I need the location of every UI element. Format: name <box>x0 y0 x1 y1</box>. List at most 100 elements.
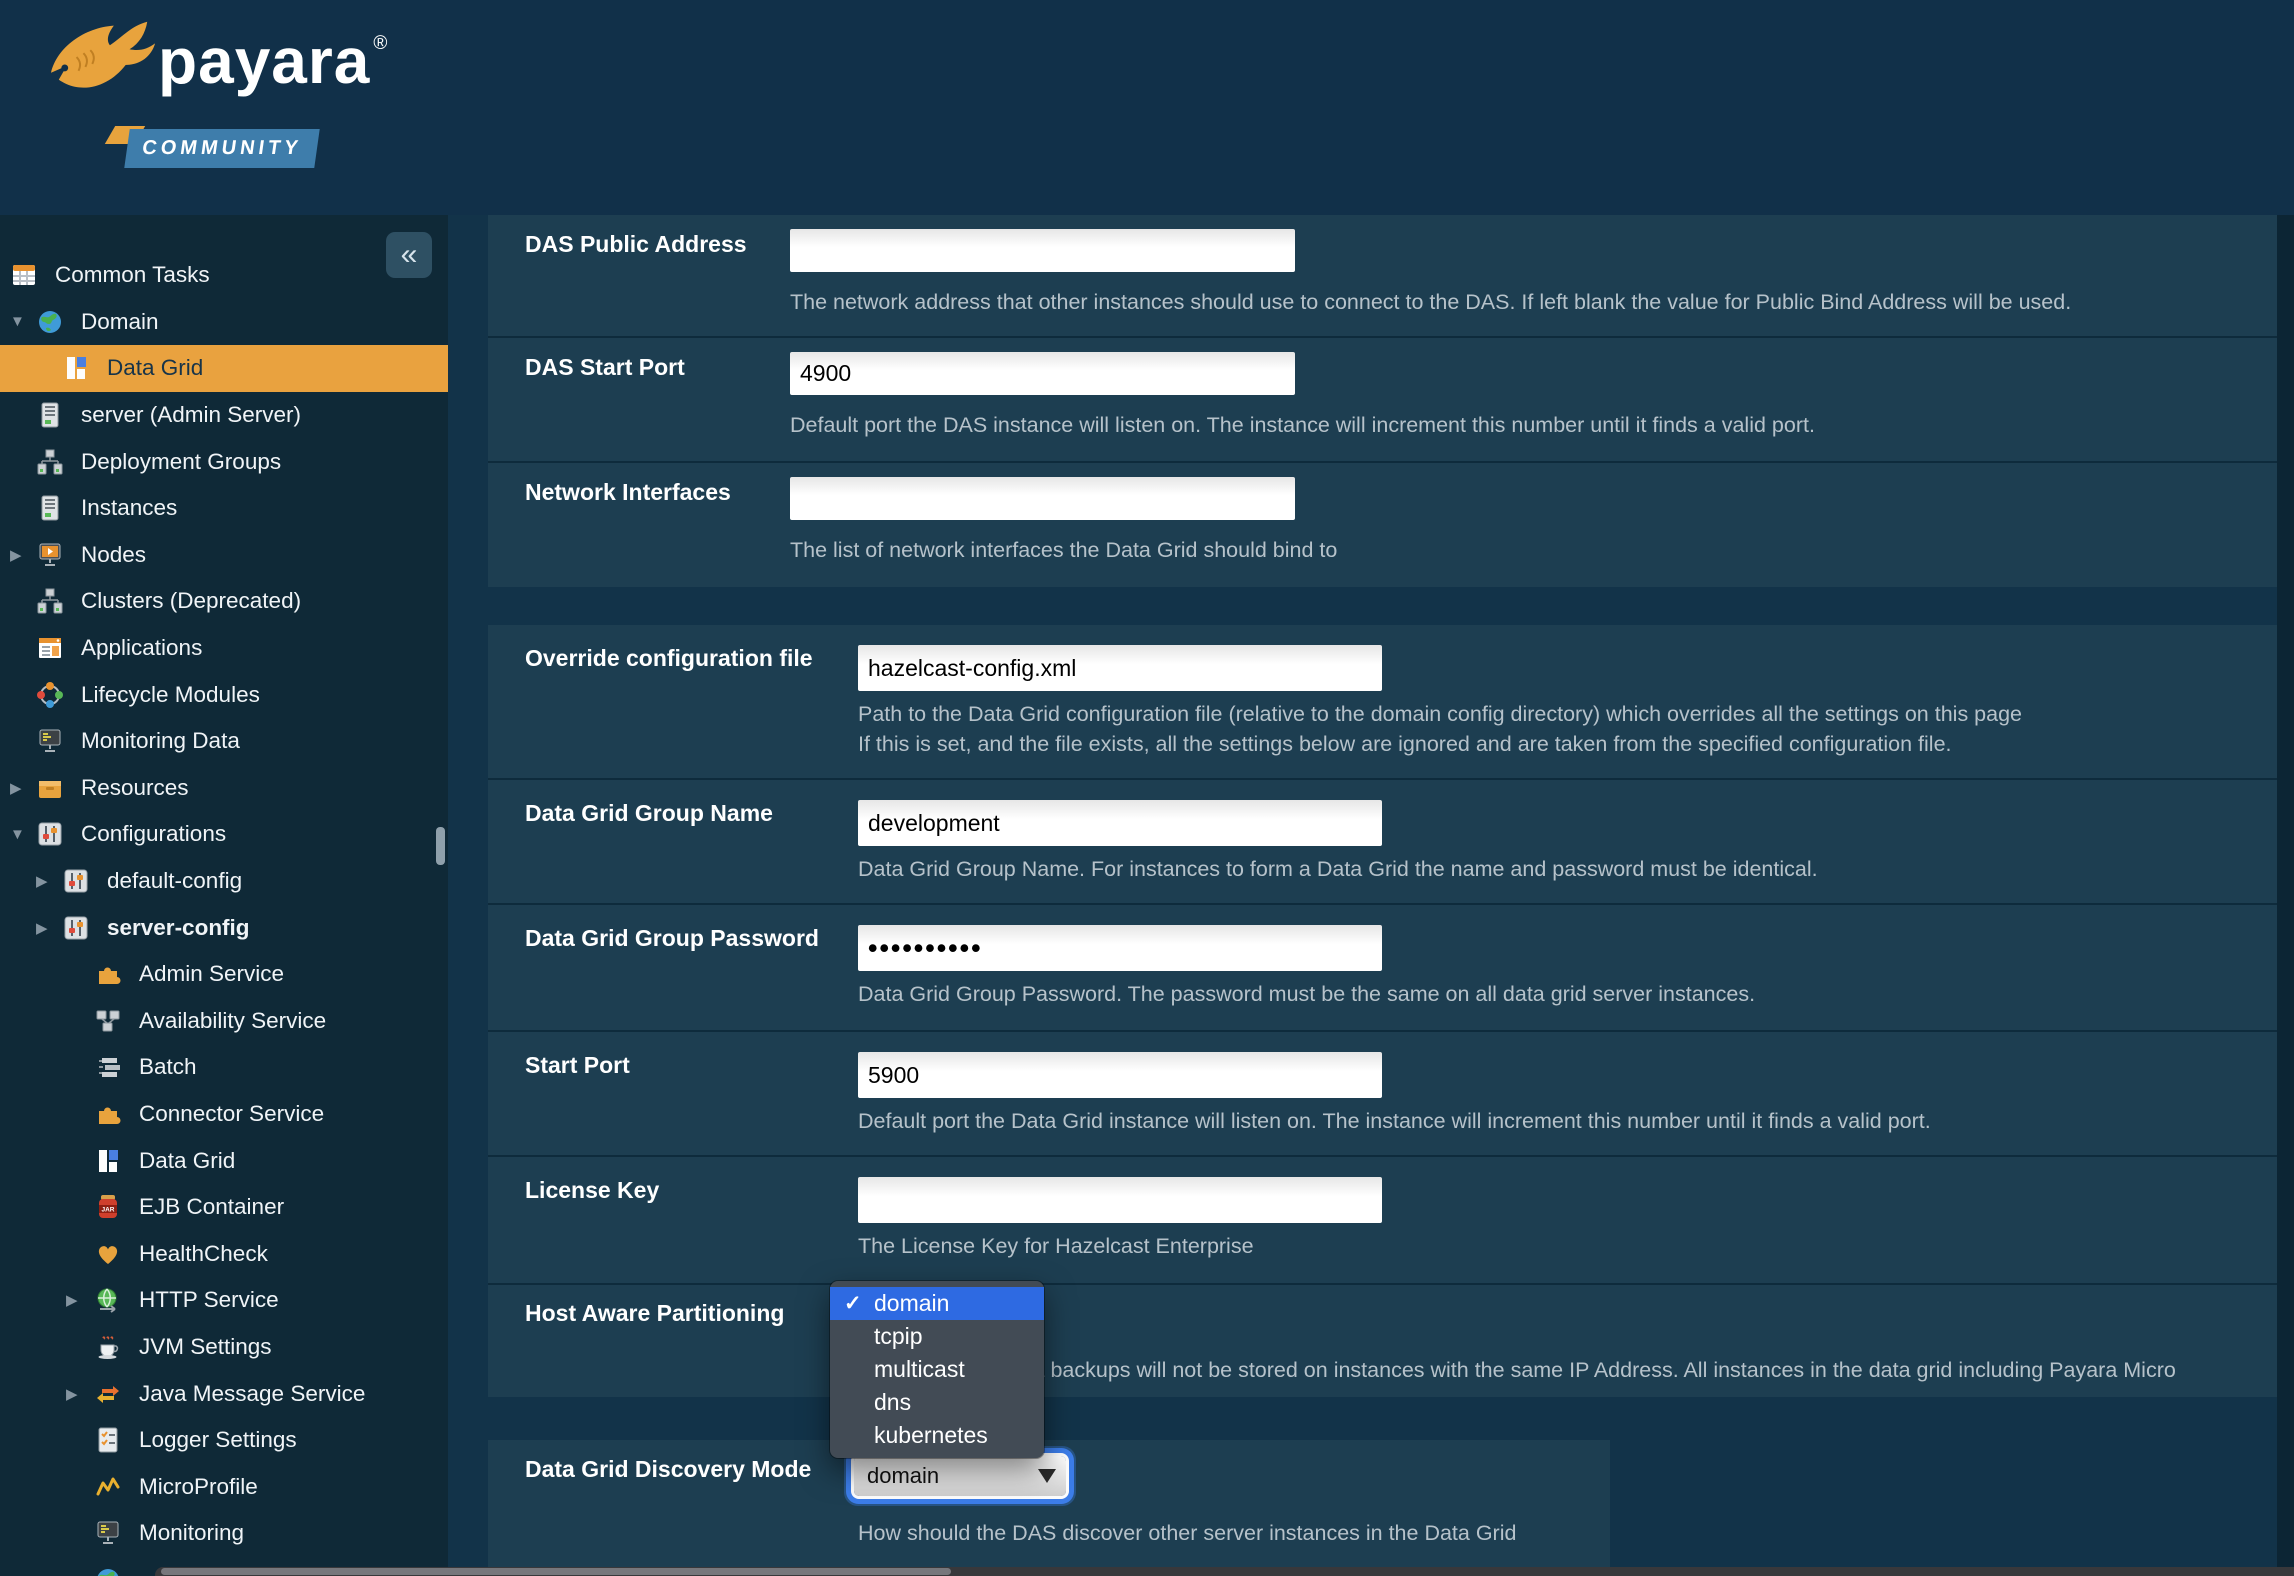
dropdown-option-domain[interactable]: ✓ domain <box>830 1287 1044 1320</box>
sidebar-item-label: Instances <box>81 495 178 521</box>
sidebar-item-healthcheck[interactable]: HealthCheck <box>0 1230 448 1277</box>
monitor-text-icon <box>94 1519 122 1547</box>
sidebar-item-http-service[interactable]: ▶ HTTP Service <box>0 1277 448 1324</box>
sidebar-item-connector-service[interactable]: Connector Service <box>0 1091 448 1138</box>
chevron-right-icon[interactable]: ▶ <box>36 872 62 890</box>
dropdown-option-tcpip[interactable]: tcpip <box>830 1320 1044 1353</box>
chevron-right-icon[interactable]: ▶ <box>36 919 62 937</box>
input-wrap <box>790 477 1295 520</box>
horizontal-scrollbar[interactable] <box>155 1567 2294 1576</box>
dropdown-option-dns[interactable]: dns <box>830 1386 1044 1419</box>
form-row-override-configuration-file: Override configuration file Path to the D… <box>488 625 2277 778</box>
globe-icon <box>94 1566 122 1576</box>
horizontal-scrollbar-thumb[interactable] <box>161 1568 951 1575</box>
form-row-data-grid-group-password: Data Grid Group Password Data Grid Group … <box>488 903 2277 1030</box>
sidebar-item-label: HTTP Service <box>139 1287 279 1313</box>
sidebar-item-data-grid[interactable]: Data Grid <box>0 1137 448 1184</box>
sidebar-item-label: JVM Settings <box>139 1333 272 1359</box>
dropdown-option-label: domain <box>874 1290 950 1316</box>
sidebar-item-nodes[interactable]: ▶ Nodes <box>0 532 448 579</box>
sidebar-item-label: HealthCheck <box>139 1240 268 1266</box>
sidebar-item-common-tasks[interactable]: Common Tasks <box>0 252 448 299</box>
sidebar-item-logger-settings[interactable]: Logger Settings <box>0 1417 448 1464</box>
sidebar-item-configurations[interactable]: ▼ Configurations <box>0 811 448 858</box>
start-port-input[interactable] <box>858 1052 1382 1098</box>
sidebar-scrollbar-thumb[interactable] <box>436 827 445 865</box>
input-wrap <box>858 1052 1382 1098</box>
discovery-mode-dropdown-menu: ✓ domain tcpip multicast dns kubernetes <box>830 1281 1044 1458</box>
input-wrap <box>858 800 1382 846</box>
help-line: Data Grid Group Name. For instances to f… <box>858 857 1818 881</box>
sliders-icon <box>36 820 64 848</box>
sidebar-item-monitoring-data[interactable]: Monitoring Data <box>0 718 448 765</box>
chevron-right-icon[interactable]: ▶ <box>66 1385 94 1403</box>
network-interfaces-input[interactable] <box>790 477 1295 520</box>
sidebar-item-label: Applications <box>81 635 203 661</box>
availability-icon <box>94 1007 122 1035</box>
chevron-down-icon[interactable]: ▼ <box>10 313 36 330</box>
sidebar-item-instances[interactable]: Instances <box>0 485 448 532</box>
sidebar-item-server-admin-server[interactable]: server (Admin Server) <box>0 392 448 439</box>
dropdown-option-label: tcpip <box>874 1323 923 1349</box>
sidebar-item-label: Availability Service <box>139 1007 327 1033</box>
sidebar-item-lifecycle-modules[interactable]: Lifecycle Modules <box>0 671 448 718</box>
sidebar-item-admin-service[interactable]: Admin Service <box>0 951 448 998</box>
sidebar-item-applications[interactable]: Applications <box>0 625 448 672</box>
sidebar-item-monitoring[interactable]: Monitoring <box>0 1510 448 1557</box>
license-key-input[interactable] <box>858 1177 1382 1223</box>
sidebar-item-java-message-service[interactable]: ▶ Java Message Service <box>0 1370 448 1417</box>
sidebar-item-availability-service[interactable]: Availability Service <box>0 998 448 1045</box>
form-panel-3: Data Grid Discovery Mode domain How should… <box>488 1440 1610 1576</box>
sidebar-item-label: Deployment Groups <box>81 448 282 474</box>
content-right-edge <box>2277 215 2294 1567</box>
dropdown-arrow-icon <box>1038 1469 1056 1483</box>
field-help-text: The list of network interfaces the Data … <box>790 535 2267 565</box>
heart-icon <box>94 1240 122 1268</box>
sidebar-item-ejb-container[interactable]: JAR EJB Container <box>0 1184 448 1231</box>
form-row-data-grid-group-name: Data Grid Group Name Data Grid Group Name… <box>488 778 2277 903</box>
override-configuration-file-input[interactable] <box>858 645 1382 691</box>
sidebar-item-data-grid[interactable]: Data Grid <box>0 345 448 392</box>
monitor-play-icon <box>36 541 64 569</box>
das-start-port-input[interactable] <box>790 352 1295 395</box>
data-grid-group-password-input[interactable] <box>858 925 1382 971</box>
form-panel-1: DAS Public Address The network address th… <box>488 215 2277 587</box>
field-help-text: The network address that other instances… <box>790 287 2267 317</box>
sidebar-collapse-button[interactable]: « <box>386 232 432 278</box>
data-grid-group-name-input[interactable] <box>858 800 1382 846</box>
input-wrap <box>790 229 1295 272</box>
das-start-port-label: DAS Start Port <box>525 354 685 380</box>
input-wrap <box>858 925 1382 971</box>
sidebar-item-label: server-config <box>107 914 250 940</box>
chevron-right-icon[interactable]: ▶ <box>66 1291 94 1309</box>
field-help-text: The License Key for Hazelcast Enterprise <box>858 1231 2267 1261</box>
data-grid-discovery-mode-label: Data Grid Discovery Mode <box>525 1456 812 1482</box>
app-header: payara ® COMMUNITY <box>0 0 2294 215</box>
sidebar-item-domain[interactable]: ▼ Domain <box>0 299 448 346</box>
field-help-text: Data Grid Group Password. The password m… <box>858 979 2267 1009</box>
das-public-address-input[interactable] <box>790 229 1295 272</box>
help-line: Path to the Data Grid configuration file… <box>858 702 2023 726</box>
sidebar-item-label: Clusters (Deprecated) <box>81 588 302 614</box>
sidebar-item-label: server (Admin Server) <box>81 402 302 428</box>
sidebar-item-resources[interactable]: ▶ Resources <box>0 765 448 812</box>
chevron-right-icon[interactable]: ▶ <box>10 779 36 797</box>
dropdown-option-multicast[interactable]: multicast <box>830 1353 1044 1386</box>
sidebar-item-clusters-deprecated[interactable]: Clusters (Deprecated) <box>0 578 448 625</box>
chevron-down-icon[interactable]: ▼ <box>10 826 36 843</box>
sidebar-item-jvm-settings[interactable]: JVM Settings <box>0 1324 448 1371</box>
table-icon <box>10 261 38 289</box>
svg-text:JAR: JAR <box>101 1207 114 1214</box>
sidebar-item-microprofile[interactable]: MicroProfile <box>0 1463 448 1510</box>
data-grid-discovery-mode-select[interactable]: domain <box>854 1456 1066 1496</box>
sidebar-item-batch[interactable]: Batch <box>0 1044 448 1091</box>
server-icon <box>36 401 64 429</box>
chevron-right-icon[interactable]: ▶ <box>10 546 36 564</box>
sidebar-item-deployment-groups[interactable]: Deployment Groups <box>0 438 448 485</box>
sidebar-item-label: Domain <box>81 308 159 334</box>
sidebar-item-default-config[interactable]: ▶ default-config <box>0 858 448 905</box>
sidebar-item-server-config[interactable]: ▶ server-config <box>0 904 448 951</box>
host-aware-partitioning-label: Host Aware Partitioning <box>525 1300 785 1326</box>
dropdown-option-kubernetes[interactable]: kubernetes <box>830 1419 1044 1452</box>
field-help-text: Data Grid Group Name. For instances to f… <box>858 854 2267 884</box>
